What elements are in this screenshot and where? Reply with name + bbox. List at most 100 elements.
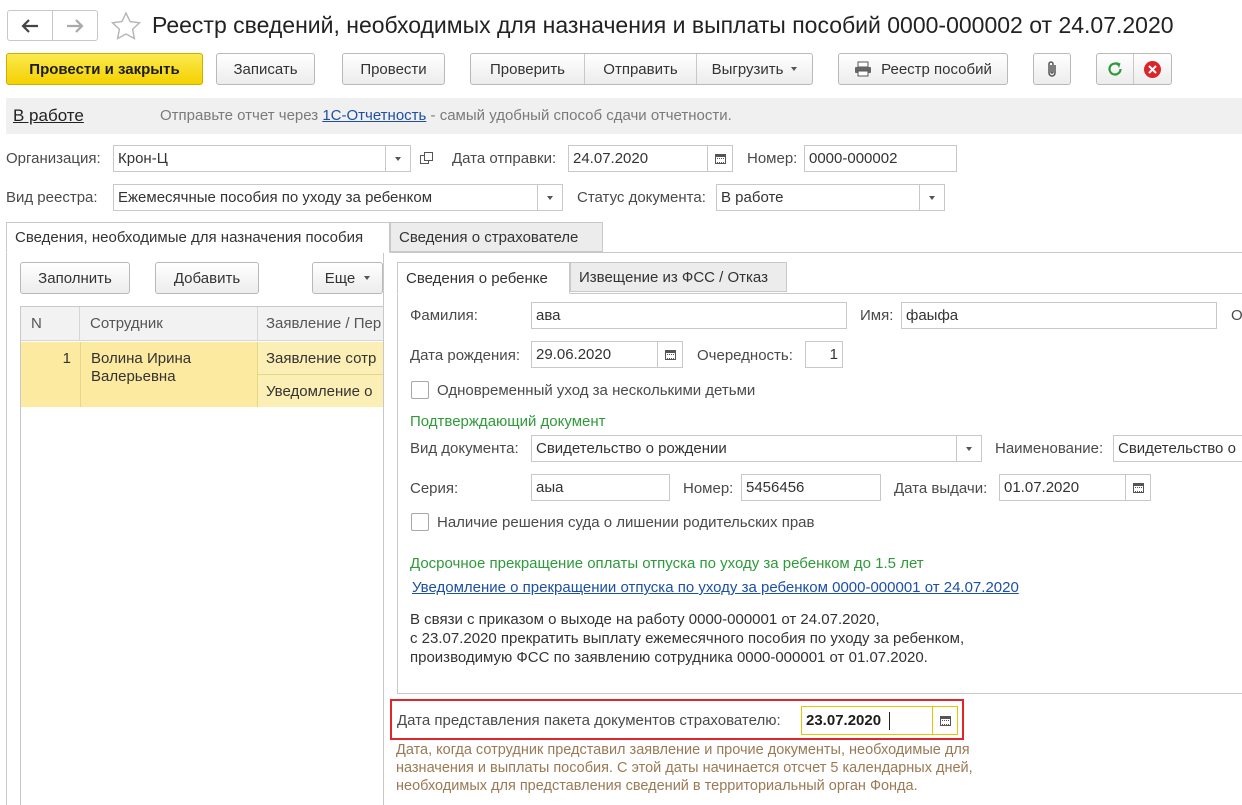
doc-status-dropdown-button[interactable]	[919, 185, 944, 210]
col-employee-header[interactable]: Сотрудник	[80, 307, 258, 341]
send-date-label: Дата отправки:	[452, 150, 557, 167]
issue-date-label: Дата выдачи:	[894, 480, 988, 497]
doc-type-dropdown-button[interactable]	[956, 436, 981, 461]
multiple-care-checkbox[interactable]	[411, 381, 429, 399]
multiple-care-label: Одновременный уход за несколькими детьми	[437, 382, 756, 399]
registry-type-dropdown-button[interactable]	[537, 185, 562, 210]
notice-text: В связи с приказом о выходе на работу 00…	[410, 610, 964, 667]
refresh-icon	[1108, 62, 1122, 76]
row-doc-notice: Уведомление о	[258, 375, 383, 407]
birth-date-label: Дата рождения:	[410, 347, 520, 364]
tab-fss-notice[interactable]: Извещение из ФСС / Отказ	[570, 262, 787, 292]
save-button[interactable]: Записать	[216, 53, 315, 85]
doc-name-label: Наименование:	[995, 440, 1104, 457]
series-field[interactable]: аыа	[531, 474, 670, 501]
termination-notice-link[interactable]: Уведомление о прекращении отпуска по ухо…	[412, 579, 1019, 596]
post-and-close-button[interactable]: Провести и закрыть	[6, 53, 203, 85]
surname-field[interactable]: ава	[531, 302, 847, 329]
row-number: 1	[62, 350, 71, 367]
reporting-link[interactable]: 1С-Отчетность	[322, 107, 426, 124]
tab-child-info[interactable]: Сведения о ребенке	[397, 262, 570, 294]
add-button[interactable]: Добавить	[155, 262, 259, 294]
check-button[interactable]: Проверить	[471, 54, 585, 84]
calendar-icon	[1132, 482, 1144, 493]
chevron-down-icon	[966, 446, 972, 451]
chevron-down-icon	[791, 67, 798, 71]
number-label: Номер:	[747, 150, 798, 167]
org-open-button[interactable]	[413, 145, 439, 172]
registry-print-label: Реестр пособий	[881, 60, 992, 78]
back-button[interactable]	[8, 11, 53, 40]
refresh-button[interactable]	[1097, 54, 1134, 84]
birth-date-value: 29.06.2020	[536, 346, 612, 363]
export-button[interactable]: Выгрузить	[697, 54, 812, 84]
more-button[interactable]: Еще	[312, 262, 383, 294]
delete-button[interactable]	[1134, 54, 1171, 84]
registry-type-field[interactable]: Ежемесячные пособия по уходу за ребенком	[113, 184, 563, 211]
send-date-field[interactable]: 24.07.2020	[568, 145, 733, 172]
text-cursor	[889, 712, 890, 730]
patronymic-label-cut: О	[1231, 307, 1242, 324]
birth-date-field[interactable]: 29.06.2020	[531, 341, 683, 368]
doc-type-label: Вид документа:	[410, 440, 519, 457]
registry-print-button[interactable]: Реестр пособий	[838, 53, 1008, 85]
refresh-close-group	[1096, 53, 1172, 85]
surname-label: Фамилия:	[410, 307, 478, 324]
col-request-header[interactable]: Заявление / Пер	[258, 307, 383, 341]
doc-name-field[interactable]: Свидетельство о	[1113, 435, 1242, 462]
export-label: Выгрузить	[711, 60, 784, 78]
early-termination-heading: Досрочное прекращение оплаты отпуска по …	[410, 555, 924, 572]
calendar-icon	[714, 153, 726, 164]
status-link[interactable]: В работе	[13, 106, 84, 126]
doc-number-field[interactable]: 5456456	[741, 474, 881, 501]
tab-insurer[interactable]: Сведения о страхователе	[390, 222, 603, 252]
org-field[interactable]: Крон-Ц	[113, 145, 411, 172]
panel-splitter[interactable]	[383, 253, 384, 805]
issue-date-field[interactable]: 01.07.2020	[999, 474, 1151, 501]
tab-main-info[interactable]: Сведения, необходимые для назначения пос…	[6, 222, 390, 253]
send-button[interactable]: Отправить	[585, 54, 697, 84]
package-date-calendar-button[interactable]	[932, 707, 957, 734]
post-button[interactable]: Провести	[342, 53, 445, 85]
birth-date-calendar-button[interactable]	[657, 342, 682, 367]
col-n-header[interactable]: N	[21, 307, 80, 341]
org-dropdown-button[interactable]	[385, 146, 410, 171]
notice-line: В связи с приказом о выходе на работу 00…	[410, 611, 880, 628]
series-value: аыа	[536, 479, 564, 496]
doc-type-field[interactable]: Свидетельство о рождении	[531, 435, 982, 462]
confirm-doc-heading: Подтверждающий документ	[410, 413, 606, 430]
court-decision-label: Наличие решения суда о лишении родительс…	[437, 514, 815, 531]
package-date-value: 23.07.2020	[806, 712, 882, 729]
registry-type-value: Ежемесячные пособия по уходу за ребенком	[118, 189, 433, 206]
number-field[interactable]: 0000-000002	[804, 145, 957, 172]
table-row[interactable]: 1 Волина Ирина Валерьевна Заявление сотр…	[21, 342, 383, 407]
order-field[interactable]: 1	[805, 341, 843, 368]
issue-date-calendar-button[interactable]	[1125, 475, 1150, 500]
send-date-calendar-button[interactable]	[707, 146, 732, 171]
name-field[interactable]: фаыфа	[901, 302, 1217, 329]
doc-status-field[interactable]: В работе	[716, 184, 945, 211]
court-decision-checkbox[interactable]	[411, 513, 429, 531]
package-date-hint: Дата, когда сотрудник представил заявлен…	[396, 741, 973, 795]
arrow-right-icon	[66, 18, 84, 33]
doc-number-value: 5456456	[746, 479, 805, 496]
attach-button[interactable]	[1033, 53, 1071, 85]
issue-date-value: 01.07.2020	[1004, 479, 1080, 496]
org-label: Организация:	[6, 150, 101, 167]
chevron-down-icon	[929, 195, 935, 200]
registry-type-label: Вид реестра:	[6, 189, 98, 206]
hint-line: назначения и выплаты пособия. С этой дат…	[396, 760, 973, 776]
hint-line: необходимых для представления сведений в…	[396, 778, 918, 794]
more-label: Еще	[324, 269, 356, 287]
doc-status-label: Статус документа:	[577, 189, 706, 206]
status-suffix: - самый удобный способ сдачи отчетности.	[426, 107, 732, 124]
fill-button[interactable]: Заполнить	[20, 262, 130, 294]
hint-line: Дата, когда сотрудник представил заявлен…	[396, 742, 970, 758]
package-date-field[interactable]: 23.07.2020	[801, 706, 958, 735]
forward-button[interactable]	[53, 11, 98, 40]
name-label: Имя:	[860, 307, 894, 324]
doc-name-value: Свидетельство о	[1118, 440, 1236, 457]
org-value: Крон-Ц	[118, 150, 168, 167]
star-icon[interactable]	[110, 11, 142, 41]
arrow-left-icon	[21, 18, 38, 33]
